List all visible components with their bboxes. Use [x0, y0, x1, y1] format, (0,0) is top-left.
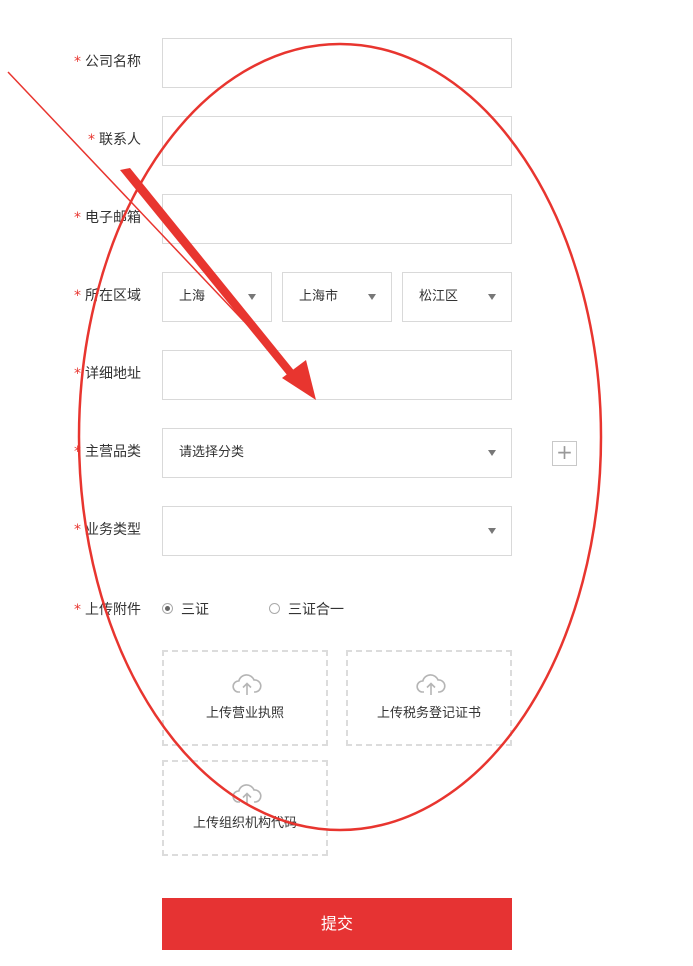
address-input[interactable] [162, 350, 512, 400]
required-mark: * [74, 288, 81, 304]
category-label-text: 主营品类 [85, 444, 141, 460]
business-type-label: * 业务类型 [1, 521, 141, 539]
category-select[interactable]: 请选择分类 [162, 428, 512, 478]
chevron-down-icon [368, 294, 376, 300]
radio-three-in-one-label[interactable]: 三证合一 [288, 601, 344, 619]
region-label: * 所在区域 [1, 287, 141, 305]
upload-tax-certificate-label: 上传税务登记证书 [376, 706, 481, 721]
company-name-input[interactable] [162, 38, 512, 88]
cloud-upload-icon [232, 674, 262, 695]
cloud-upload-icon [416, 674, 446, 695]
category-value: 请选择分类 [179, 445, 245, 460]
chevron-down-icon [248, 294, 256, 300]
upload-organization-code[interactable]: 上传组织机构代码 [162, 760, 328, 856]
attachments-label: * 上传附件 [1, 601, 141, 619]
contact-label-text: 联系人 [99, 132, 141, 148]
required-mark: * [74, 210, 81, 226]
required-mark: * [74, 54, 81, 70]
company-name-label-text: 公司名称 [85, 54, 141, 70]
chevron-down-icon [488, 528, 496, 534]
required-mark: * [74, 444, 81, 460]
address-label-text: 详细地址 [85, 366, 141, 382]
email-label: * 电子邮箱 [1, 209, 141, 227]
submit-button[interactable]: 提交 [162, 898, 512, 950]
email-input[interactable] [162, 194, 512, 244]
address-label: * 详细地址 [1, 365, 141, 383]
district-value: 松江区 [419, 289, 459, 304]
radio-three-in-one[interactable] [269, 603, 280, 614]
upload-business-license-label: 上传营业执照 [205, 706, 284, 721]
upload-organization-code-label: 上传组织机构代码 [192, 816, 297, 831]
required-mark: * [88, 132, 95, 148]
required-mark: * [74, 602, 81, 618]
contact-label: * 联系人 [1, 131, 141, 149]
attachments-label-text: 上传附件 [85, 602, 141, 618]
cloud-upload-icon [232, 784, 262, 805]
province-select[interactable]: 上海 [162, 272, 272, 322]
business-type-label-text: 业务类型 [85, 522, 141, 538]
upload-business-license[interactable]: 上传营业执照 [162, 650, 328, 746]
add-category-button[interactable]: + [552, 441, 577, 466]
province-value: 上海 [179, 289, 206, 304]
city-value: 上海市 [299, 289, 339, 304]
category-label: * 主营品类 [1, 443, 141, 461]
required-mark: * [74, 522, 81, 538]
company-name-label: * 公司名称 [1, 53, 141, 71]
chevron-down-icon [488, 294, 496, 300]
upload-tax-certificate[interactable]: 上传税务登记证书 [346, 650, 512, 746]
region-label-text: 所在区域 [85, 288, 141, 304]
chevron-down-icon [488, 450, 496, 456]
city-select[interactable]: 上海市 [282, 272, 392, 322]
contact-input[interactable] [162, 116, 512, 166]
required-mark: * [74, 366, 81, 382]
email-label-text: 电子邮箱 [85, 210, 141, 226]
business-type-select[interactable] [162, 506, 512, 556]
radio-three-certificates[interactable] [162, 603, 173, 614]
district-select[interactable]: 松江区 [402, 272, 512, 322]
radio-three-certificates-label[interactable]: 三证 [181, 601, 209, 619]
